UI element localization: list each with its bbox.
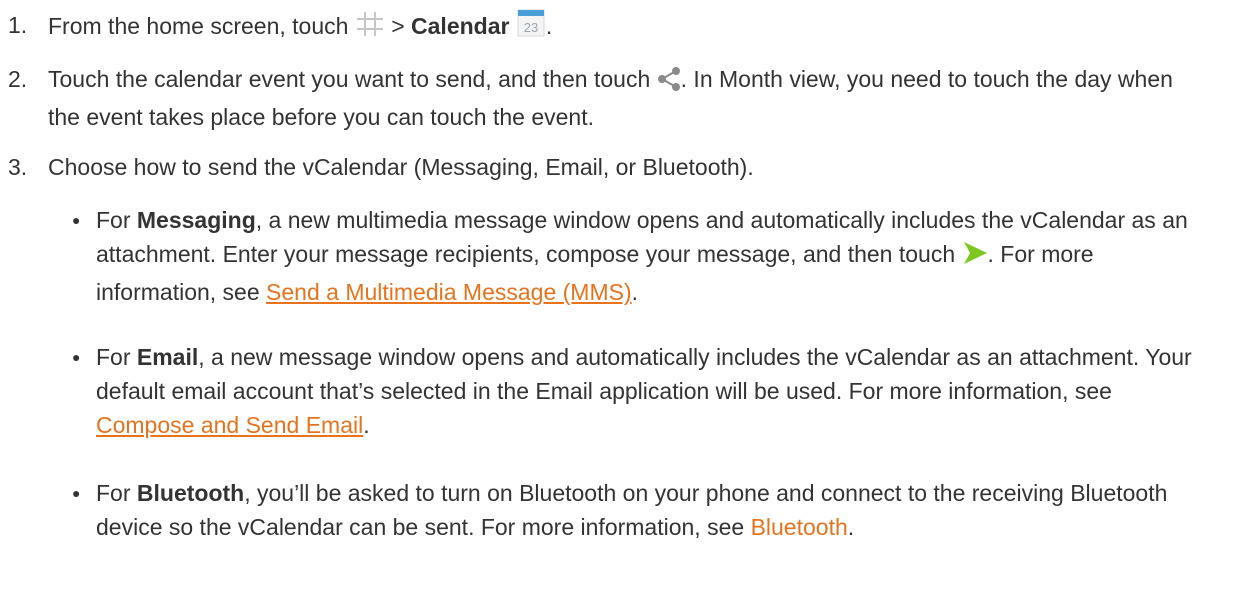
step-1: 1. From the home screen, touch > Calenda… bbox=[8, 8, 1198, 47]
bullet-text-end: . bbox=[847, 514, 855, 540]
bullet-email: ● For Email, a new message window opens … bbox=[72, 340, 1202, 442]
step-text: From the home screen, touch bbox=[48, 13, 349, 39]
calendar-icon: 23 bbox=[516, 8, 546, 47]
step-text-end: . bbox=[545, 13, 553, 39]
step-number: 2. bbox=[8, 66, 28, 92]
bullet-text: For bbox=[96, 207, 131, 233]
step-number: 1. bbox=[8, 12, 28, 38]
bullet-bluetooth: ● For Bluetooth, you’ll be asked to turn… bbox=[72, 476, 1202, 544]
bullet-dot: ● bbox=[72, 212, 81, 228]
step-number: 3. bbox=[8, 154, 28, 180]
bullet-dot: ● bbox=[72, 485, 81, 501]
send-icon bbox=[962, 240, 988, 275]
share-icon bbox=[657, 66, 681, 100]
bullet-title: Email bbox=[136, 344, 199, 370]
bullet-messaging: ● For Messaging, a new multimedia messag… bbox=[72, 203, 1202, 309]
bullet-text: , you’ll be asked to turn on Bluetooth o… bbox=[96, 480, 1168, 540]
bullet-dot: ● bbox=[72, 349, 81, 365]
bullet-title: Bluetooth bbox=[136, 480, 245, 506]
link-bluetooth[interactable]: Bluetooth bbox=[751, 514, 848, 540]
step-2: 2. Touch the calendar event you want to … bbox=[8, 62, 1198, 134]
calendar-icon-text: 23 bbox=[524, 20, 538, 35]
link-send-mms[interactable]: Send a Multimedia Message (MMS) bbox=[266, 279, 632, 305]
separator: > bbox=[391, 13, 405, 39]
bullet-text-end: . bbox=[631, 279, 638, 305]
bullet-text: , a new message window opens and automat… bbox=[96, 344, 1192, 404]
link-compose-email[interactable]: Compose and Send Email bbox=[96, 412, 363, 438]
step-3: 3. Choose how to send the vCalendar (Mes… bbox=[8, 150, 1198, 184]
step-text: Touch the calendar event you want to sen… bbox=[48, 66, 651, 92]
bullet-text-end: . bbox=[363, 412, 370, 438]
bullet-text: For bbox=[96, 480, 131, 506]
calendar-label: Calendar bbox=[411, 13, 510, 39]
instruction-document: 1. From the home screen, touch > Calenda… bbox=[0, 0, 1234, 611]
bullet-text: For bbox=[96, 344, 131, 370]
step-text: Choose how to send the vCalendar (Messag… bbox=[48, 154, 754, 180]
bullet-title: Messaging bbox=[136, 207, 256, 233]
apps-grid-icon bbox=[355, 10, 385, 47]
